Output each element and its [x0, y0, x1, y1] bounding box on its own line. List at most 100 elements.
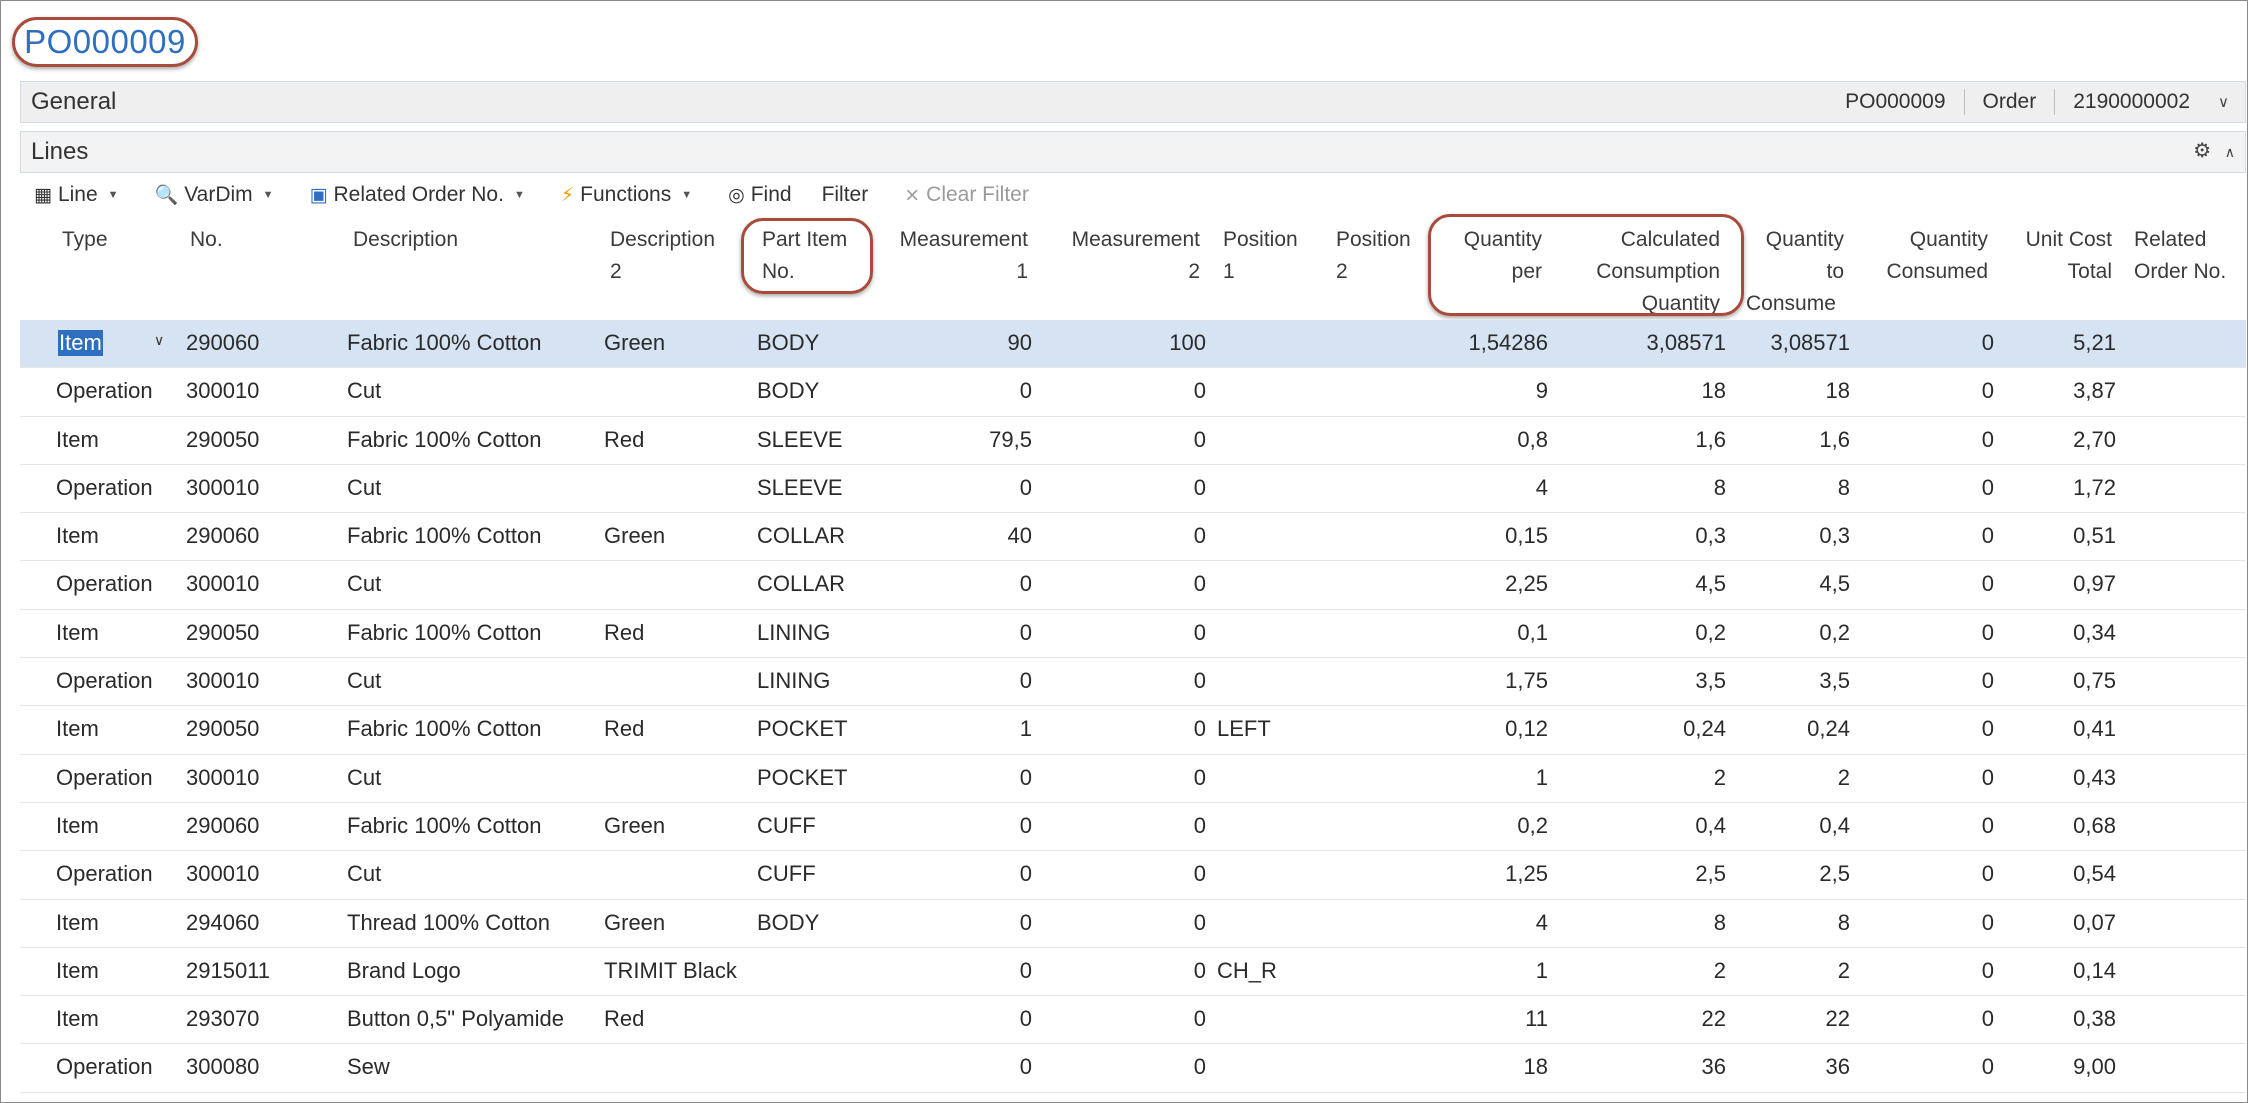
cell-no[interactable]: 294060: [186, 910, 259, 936]
cell-part-item-no[interactable]: POCKET: [757, 716, 847, 742]
col-header-quantity-consumed[interactable]: Quantity Consumed: [1862, 224, 1988, 288]
cell-description[interactable]: Fabric 100% Cotton: [347, 620, 541, 646]
col-header-measurement-2[interactable]: Measurement 2: [1050, 224, 1200, 288]
col-header-position-2[interactable]: Position 2: [1336, 224, 1411, 288]
cell-quantity-to-consume[interactable]: 3,5: [1819, 668, 1850, 694]
cell-measurement-1[interactable]: 0: [1020, 475, 1032, 501]
cell-no[interactable]: 300010: [186, 475, 259, 501]
cell-description[interactable]: Fabric 100% Cotton: [347, 813, 541, 839]
cell-no[interactable]: 300010: [186, 765, 259, 791]
cell-quantity-consumed[interactable]: 0: [1982, 765, 1994, 791]
cell-measurement-2[interactable]: 0: [1194, 427, 1206, 453]
cell-part-item-no[interactable]: CUFF: [757, 813, 816, 839]
cell-quantity-per[interactable]: 1,54286: [1468, 330, 1548, 356]
cell-measurement-2[interactable]: 0: [1194, 523, 1206, 549]
cell-no[interactable]: 290050: [186, 427, 259, 453]
table-row[interactable]: Operation 300010 Cut POCKET 0 0 1 2 2 0 0,43: [20, 755, 2246, 803]
cell-unit-cost-total[interactable]: 0,14: [2073, 958, 2116, 984]
cell-description-2[interactable]: Red: [604, 716, 644, 742]
cell-quantity-to-consume[interactable]: 18: [1826, 378, 1850, 404]
cell-unit-cost-total[interactable]: 0,07: [2073, 910, 2116, 936]
table-row[interactable]: Item 294060 Thread 100% Cotton Green BODY 0 0 4…: [20, 900, 2246, 948]
cell-quantity-to-consume[interactable]: 0,2: [1819, 620, 1850, 646]
line-menu-button[interactable]: ▦ Line ▼: [20, 183, 119, 207]
cell-quantity-per[interactable]: 11: [1525, 1006, 1548, 1032]
cell-description-2[interactable]: Green: [604, 330, 665, 356]
cell-no[interactable]: 300010: [186, 571, 259, 597]
cell-measurement-1[interactable]: 0: [1020, 910, 1032, 936]
cell-no[interactable]: 290060: [186, 330, 259, 356]
cell-quantity-consumed[interactable]: 0: [1982, 1006, 1994, 1032]
cell-description-2[interactable]: Red: [604, 620, 644, 646]
cell-type[interactable]: Operation: [56, 475, 153, 501]
cell-measurement-1[interactable]: 0: [1020, 765, 1032, 791]
cell-quantity-per[interactable]: 0,1: [1517, 620, 1548, 646]
cell-quantity-to-consume[interactable]: 0,3: [1819, 523, 1850, 549]
cell-description[interactable]: Cut: [347, 668, 381, 694]
cell-part-item-no[interactable]: BODY: [757, 378, 819, 404]
cell-quantity-consumed[interactable]: 0: [1982, 1054, 1994, 1080]
cell-no[interactable]: 2915011: [186, 958, 270, 984]
cell-type[interactable]: Item: [56, 910, 99, 936]
cell-type[interactable]: Item: [56, 716, 99, 742]
cell-no[interactable]: 290060: [186, 813, 259, 839]
cell-unit-cost-total[interactable]: 0,34: [2073, 620, 2116, 646]
cell-measurement-2[interactable]: 0: [1194, 958, 1206, 984]
filter-button[interactable]: Filter: [814, 183, 869, 207]
page-title[interactable]: PO000009: [24, 23, 186, 61]
cell-type[interactable]: Item: [58, 330, 103, 356]
cell-part-item-no[interactable]: BODY: [757, 330, 819, 356]
col-header-quantity-to-consume[interactable]: Quantity to Consume: [1740, 224, 1844, 320]
cell-measurement-2[interactable]: 0: [1194, 571, 1206, 597]
cell-quantity-to-consume[interactable]: 36: [1826, 1054, 1850, 1080]
cell-no[interactable]: 300010: [186, 668, 259, 694]
cell-no[interactable]: 300010: [186, 378, 259, 404]
cell-measurement-2[interactable]: 0: [1194, 1006, 1206, 1032]
cell-no[interactable]: 300080: [186, 1054, 259, 1080]
cell-type[interactable]: Operation: [56, 765, 153, 791]
cell-description-2[interactable]: TRIMIT Black: [604, 958, 737, 984]
table-row[interactable]: Item 290050 Fabric 100% Cotton Red SLEEVE 79,…: [20, 417, 2246, 465]
cell-measurement-1[interactable]: 40: [1008, 523, 1032, 549]
cell-quantity-per[interactable]: 1,25: [1505, 861, 1548, 887]
cell-quantity-to-consume[interactable]: 2: [1838, 765, 1850, 791]
table-row[interactable]: Operation 300010 Cut SLEEVE 0 0 4 8 8 0 1,72: [20, 465, 2246, 514]
cell-unit-cost-total[interactable]: 0,75: [2073, 668, 2116, 694]
cell-measurement-1[interactable]: 0: [1020, 378, 1032, 404]
cell-description[interactable]: Fabric 100% Cotton: [347, 716, 541, 742]
cell-unit-cost-total[interactable]: 0,38: [2073, 1006, 2116, 1032]
cell-calculated-consumption-quantity[interactable]: 2: [1714, 958, 1726, 984]
cell-calculated-consumption-quantity[interactable]: 1,6: [1695, 427, 1726, 453]
cell-description-2[interactable]: Red: [604, 427, 644, 453]
functions-menu-button[interactable]: ⚡ Functions ▼: [547, 183, 692, 207]
cell-unit-cost-total[interactable]: 0,51: [2073, 523, 2116, 549]
col-header-description-2[interactable]: Description 2: [610, 224, 715, 288]
cell-description[interactable]: Cut: [347, 475, 381, 501]
col-header-related-order-no[interactable]: Related Order No.: [2134, 224, 2226, 288]
cell-unit-cost-total[interactable]: 0,68: [2073, 813, 2116, 839]
cell-quantity-to-consume[interactable]: 4,5: [1819, 571, 1850, 597]
cell-description[interactable]: Cut: [347, 861, 381, 887]
cell-description[interactable]: Fabric 100% Cotton: [347, 523, 541, 549]
table-row[interactable]: Operation 300010 Cut COLLAR 0 0 2,25 4,5 4,5 0 0,9…: [20, 561, 2246, 610]
cell-part-item-no[interactable]: SLEEVE: [757, 475, 843, 501]
table-row[interactable]: Operation 300080 Sew 0 0 18 36 36 0 9,00: [20, 1044, 2246, 1093]
col-header-unit-cost-total[interactable]: Unit Cost Total: [2006, 224, 2112, 288]
cell-no[interactable]: 290050: [186, 620, 259, 646]
cell-part-item-no[interactable]: COLLAR: [757, 523, 845, 549]
cell-quantity-per[interactable]: 2,25: [1505, 571, 1548, 597]
lines-fasttab[interactable]: Lines ⚙ ∧: [20, 131, 2246, 173]
cell-unit-cost-total[interactable]: 9,00: [2073, 1054, 2116, 1080]
cell-type[interactable]: Operation: [56, 378, 153, 404]
cell-quantity-per[interactable]: 0,2: [1517, 813, 1548, 839]
cell-quantity-consumed[interactable]: 0: [1982, 571, 1994, 597]
cell-measurement-2[interactable]: 0: [1194, 813, 1206, 839]
cell-unit-cost-total[interactable]: 5,21: [2073, 330, 2116, 356]
cell-quantity-to-consume[interactable]: 0,24: [1807, 716, 1850, 742]
cell-measurement-1[interactable]: 0: [1020, 861, 1032, 887]
related-order-menu-button[interactable]: ▣ Related Order No. ▼: [296, 183, 525, 207]
cell-part-item-no[interactable]: COLLAR: [757, 571, 845, 597]
cell-measurement-1[interactable]: 0: [1020, 1006, 1032, 1032]
cell-unit-cost-total[interactable]: 2,70: [2073, 427, 2116, 453]
chevron-down-icon[interactable]: ∨: [2208, 93, 2245, 111]
